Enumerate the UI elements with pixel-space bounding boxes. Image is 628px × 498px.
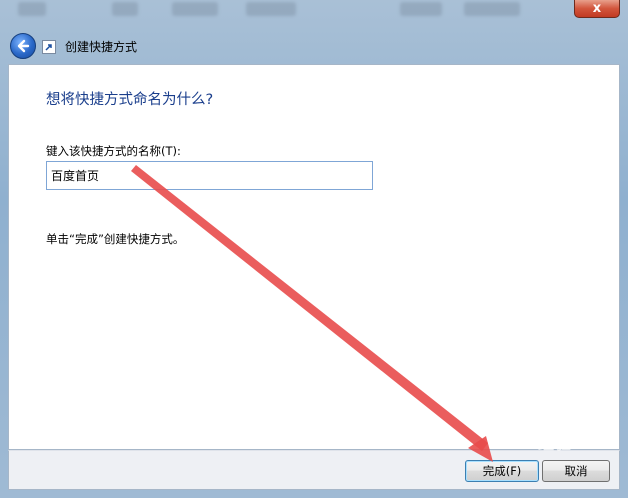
window-title: 创建快捷方式	[65, 40, 138, 54]
shortcut-name-label: 键入该快捷方式的名称(T):	[46, 144, 181, 158]
watermark: Bai 经验	[500, 434, 573, 453]
background-blur	[464, 2, 520, 16]
button-bar: 完成(F) 取消	[8, 450, 620, 490]
back-button[interactable]	[10, 33, 36, 59]
finish-button[interactable]: 完成(F)	[465, 460, 539, 482]
background-blur	[112, 2, 138, 16]
wizard-content: 想将快捷方式命名为什么? 键入该快捷方式的名称(T): 单击“完成”创建快捷方式…	[8, 64, 620, 450]
close-button[interactable]: x	[574, 0, 620, 18]
close-icon: x	[592, 1, 602, 16]
finish-hint: 单击“完成”创建快捷方式。	[46, 232, 185, 246]
shortcut-icon	[42, 40, 56, 54]
back-arrow-icon	[17, 39, 30, 53]
cancel-button[interactable]: 取消	[542, 460, 610, 482]
page-heading: 想将快捷方式命名为什么?	[46, 92, 214, 108]
shortcut-name-input[interactable]	[46, 161, 373, 190]
background-blur	[18, 2, 46, 16]
background-blur	[172, 2, 218, 16]
background-blur	[400, 2, 442, 16]
background-blur	[246, 2, 296, 16]
